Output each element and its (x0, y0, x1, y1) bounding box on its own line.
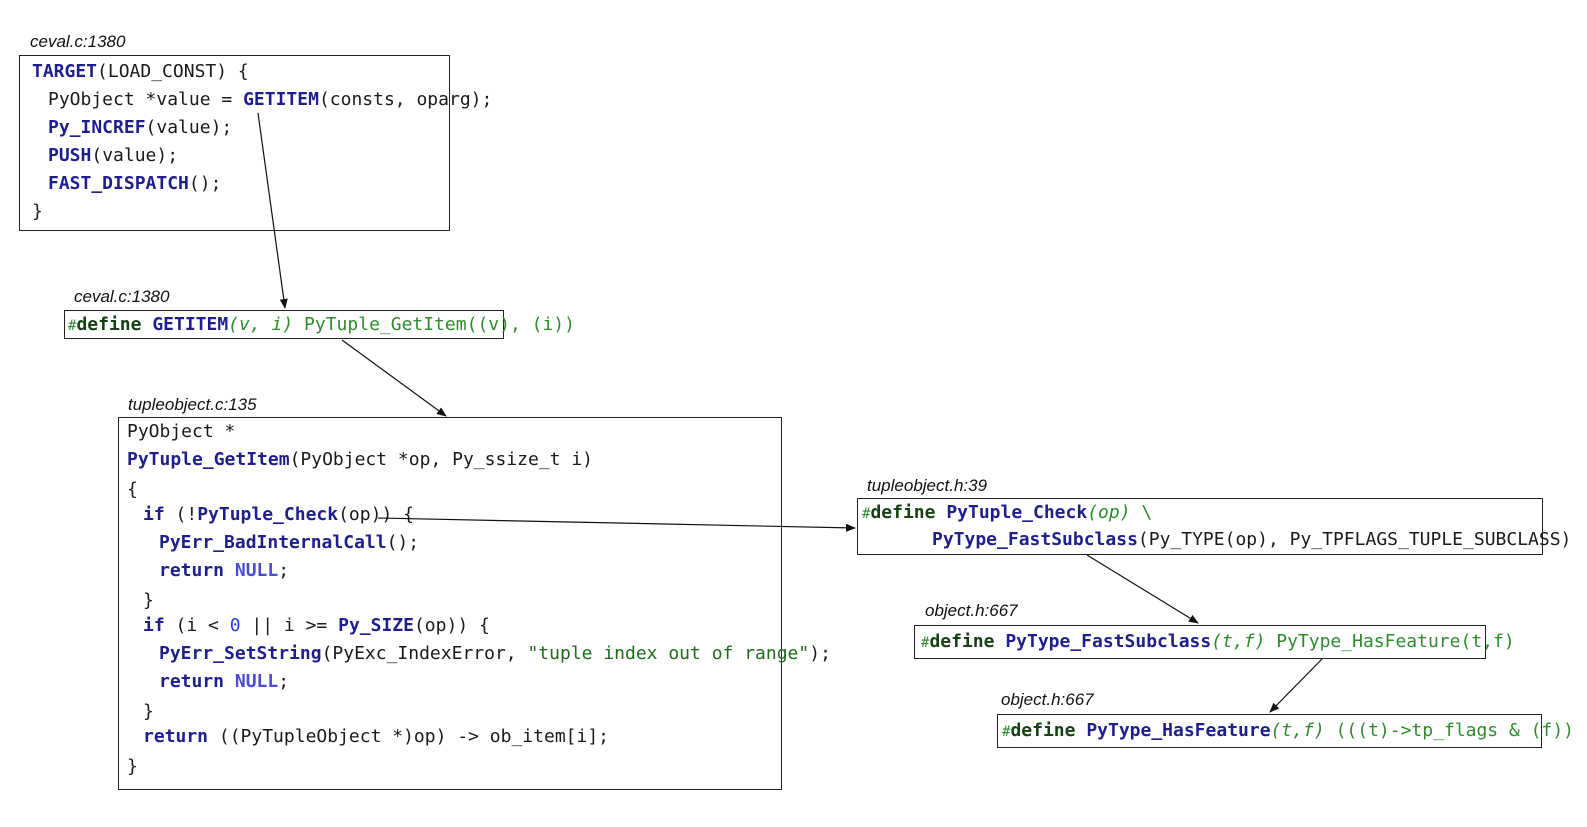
target-macro: TARGET (32, 61, 98, 82)
caption-tupleobject-h: tupleobject.h:39 (867, 476, 988, 495)
arrow-hasfeature-call-to-define (1269, 658, 1323, 713)
caption-ceval-getitem: ceval.c:1380 (74, 287, 170, 306)
return-expression: ((PyTupleObject *)op) -> ob_item[i]; (208, 726, 609, 747)
arrow-define-to-pytuple-getitem (341, 339, 447, 417)
hasfeature-body: (((t)->tp_flags & (f)) != (1335, 720, 1587, 741)
return-keyword: return (159, 671, 225, 692)
caption-tupleobject-c: tupleobject.c:135 (128, 395, 257, 414)
fastsubclass-body: PyType_HasFeature(t,f) (1276, 631, 1515, 652)
define-line-2: PyType_FastSubclass(Py_TYPE(op), Py_TPFL… (932, 529, 1571, 551)
code-box-pytuple-getitem: PyObject * PyTuple_GetItem(PyObject *op,… (118, 417, 831, 790)
pyerr-badinternalcall: PyErr_BadInternalCall (159, 532, 387, 553)
pyerr-setstring-close: ); (809, 643, 831, 664)
pyerr-setstring: PyErr_SetString (159, 643, 322, 664)
pytuple-check-params: (op) (1087, 502, 1131, 523)
code-line-13: } (127, 756, 138, 777)
code-line-11: } (143, 701, 154, 722)
code-line-6: } (32, 201, 43, 222)
push-args: (value); (91, 145, 179, 166)
caption-object-h-hasfeature: object.h:667 (1001, 690, 1094, 709)
code-line-5: FAST_DISPATCH(); (48, 173, 221, 195)
code-box-fastsubclass-define: #define PyType_FastSubclass(t,f) PyType_… (914, 625, 1515, 659)
getitem-macro-name: GETITEM (152, 314, 229, 335)
if-cond-a: (i < (164, 615, 230, 636)
code-line-4: PUSH(value); (48, 145, 178, 167)
code-line-7: } (143, 590, 154, 611)
py-size-args: (op)) { (413, 615, 490, 636)
code-line-10: return NULL; (159, 671, 289, 693)
pytuple-getitem-name: PyTuple_GetItem (127, 449, 290, 470)
code-line-3: { (127, 479, 138, 500)
code-line-2: PyTuple_GetItem(PyObject *op, Py_ssize_t… (127, 449, 593, 471)
pytype-fastsubclass-call: PyType_FastSubclass (932, 529, 1138, 550)
if-keyword: if (143, 504, 165, 525)
value-decl: PyObject *value = (48, 89, 244, 110)
code-line-3: Py_INCREF(value); (48, 117, 232, 139)
pyerr-badinternalcall-args: (); (386, 532, 420, 553)
hasfeature-params: (t,f) (1270, 720, 1325, 741)
null-value: NULL (234, 671, 279, 692)
null-value: NULL (234, 560, 279, 581)
code-box-hasfeature-define: #define PyType_HasFeature(t,f) (((t)->tp… (997, 714, 1587, 748)
fastsubclass-macro-name: PyType_FastSubclass (1005, 631, 1212, 652)
define-line: #define PyType_FastSubclass(t,f) PyType_… (921, 631, 1515, 654)
line-continuation: \ (1130, 502, 1153, 523)
caption-object-h-fastsubclass: object.h:667 (925, 601, 1018, 620)
code-line-9: PyErr_SetString(PyExc_IndexError, "tuple… (159, 643, 831, 665)
semicolon: ; (278, 671, 290, 692)
return-keyword: return (159, 560, 225, 581)
py-incref-call: Py_INCREF (48, 117, 146, 138)
pytuple-getitem-params: (PyObject *op, Py_ssize_t i) (289, 449, 593, 470)
define-keyword: define (1010, 720, 1076, 741)
define-line: #define GETITEM(v, i) PyTuple_GetItem((v… (68, 314, 575, 337)
push-call: PUSH (48, 145, 92, 166)
caption-ceval-load-const: ceval.c:1380 (30, 32, 126, 51)
getitem-call: GETITEM (243, 89, 319, 110)
arrow-fastsubclass-call-to-define (1086, 554, 1199, 624)
if-open: (! (164, 504, 198, 525)
hasfeature-macro-name: PyType_HasFeature (1086, 720, 1271, 741)
pytuple-check-call: PyTuple_Check (197, 504, 339, 525)
getitem-args: (consts, oparg); (318, 89, 493, 110)
fast-dispatch-call: FAST_DISPATCH (48, 173, 189, 194)
define-line-1: #define PyTuple_Check(op) \ (862, 502, 1152, 525)
define-keyword: define (870, 502, 936, 523)
code-box-getitem-define: #define GETITEM(v, i) PyTuple_GetItem((v… (64, 310, 575, 339)
fastsubclass-params: (t,f) (1211, 631, 1266, 652)
getitem-body: PyTuple_GetItem((v), (i)) (304, 314, 575, 335)
pyerr-setstring-arg: (PyExc_IndexError, (321, 643, 528, 664)
code-line-2: PyObject *value = GETITEM(consts, oparg)… (48, 89, 492, 111)
error-message-string: "tuple index out of range" (527, 643, 810, 664)
if-cond-b: || i >= (240, 615, 339, 636)
zero-literal: 0 (229, 615, 241, 636)
py-size-call: Py_SIZE (338, 615, 414, 636)
code-box-load-const: TARGET(LOAD_CONST) { PyObject *value = G… (19, 55, 492, 231)
code-line-1: TARGET(LOAD_CONST) { (32, 61, 249, 83)
load-const-arg: (LOAD_CONST) { (97, 61, 249, 82)
semicolon: ; (278, 560, 290, 581)
pytuple-check-macro-name: PyTuple_Check (946, 502, 1088, 523)
pytuple-check-args: (op)) { (338, 504, 414, 525)
getitem-params: (v, i) (228, 314, 294, 335)
if-keyword: if (143, 615, 165, 636)
code-line-5: PyErr_BadInternalCall(); (159, 532, 419, 554)
pytype-fastsubclass-args: (Py_TYPE(op), Py_TPFLAGS_TUPLE_SUBCLASS) (1137, 529, 1572, 550)
code-line-4: if (!PyTuple_Check(op)) { (143, 504, 414, 526)
code-line-1: PyObject * (127, 421, 236, 442)
define-line: #define PyType_HasFeature(t,f) (((t)->tp… (1002, 720, 1587, 743)
code-line-12: return ((PyTupleObject *)op) -> ob_item[… (143, 726, 609, 748)
code-box-pytuple-check-define: #define PyTuple_Check(op) \ PyType_FastS… (857, 498, 1571, 555)
fast-dispatch-args: (); (188, 173, 222, 194)
define-keyword: define (76, 314, 142, 335)
code-line-8: if (i < 0 || i >= Py_SIZE(op)) { (143, 615, 490, 637)
code-line-6: return NULL; (159, 560, 289, 582)
define-keyword: define (929, 631, 995, 652)
return-keyword: return (143, 726, 209, 747)
py-incref-args: (value); (145, 117, 233, 138)
